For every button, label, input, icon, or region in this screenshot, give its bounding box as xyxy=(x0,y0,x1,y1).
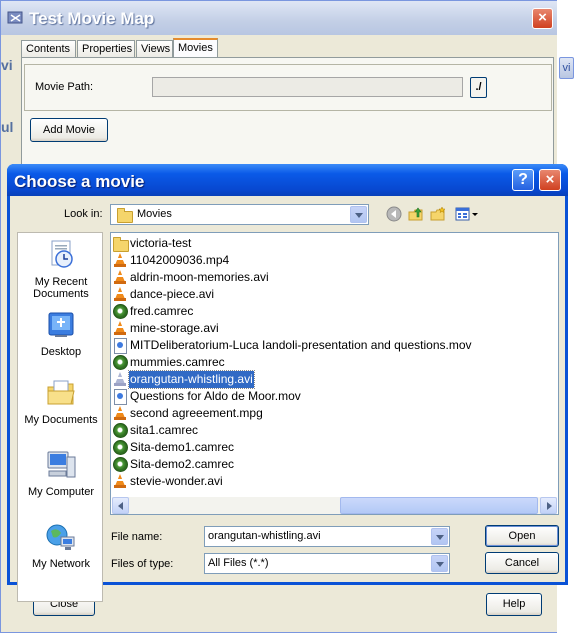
view-menu-icon[interactable] xyxy=(455,206,479,222)
file-name-value: orangutan-whistling.avi xyxy=(208,530,321,542)
file-name: Sita-demo2.camrec xyxy=(130,457,235,471)
browse-button[interactable]: ./ xyxy=(470,77,487,98)
horizontal-scrollbar[interactable] xyxy=(112,497,557,514)
file-name: mummies.camrec xyxy=(130,355,225,369)
new-folder-icon[interactable] xyxy=(430,206,446,222)
camtasia-icon xyxy=(113,423,128,438)
back-icon[interactable] xyxy=(386,206,402,222)
file-list[interactable]: victoria-test 11042009036.mp4 aldrin-moo… xyxy=(110,232,559,515)
choose-movie-dialog: Choose a movie ? × Look in: Movies My Re… xyxy=(7,164,568,602)
place-my-network[interactable]: My Network xyxy=(18,521,102,570)
desktop-icon xyxy=(48,312,74,337)
folder-icon xyxy=(113,236,129,252)
my-computer-icon xyxy=(47,451,76,478)
camtasia-icon xyxy=(113,355,128,370)
files-of-type-select[interactable]: All Files (*.*) xyxy=(204,553,450,574)
movie-path-field[interactable] xyxy=(152,77,463,97)
vlc-icon xyxy=(113,321,127,336)
vlc-icon xyxy=(113,287,127,302)
tab-properties[interactable]: Properties xyxy=(77,40,135,57)
vlc-icon xyxy=(113,372,127,387)
files-of-type-label: Files of type: xyxy=(111,558,174,570)
file-name-input[interactable]: orangutan-whistling.avi xyxy=(204,526,450,547)
camtasia-icon xyxy=(113,457,128,472)
place-label: My Computer xyxy=(27,486,95,498)
file-name: victoria-test xyxy=(130,236,192,250)
quicktime-icon xyxy=(113,389,127,405)
vlc-icon xyxy=(113,270,127,285)
file-name: aldrin-moon-memories.avi xyxy=(130,270,269,284)
tab-views[interactable]: Views xyxy=(136,40,173,57)
look-in-combo[interactable]: Movies xyxy=(110,204,369,225)
background-text-fragment: ul xyxy=(1,119,14,135)
file-name: mine-storage.avi xyxy=(130,321,219,335)
tab-movies[interactable]: Movies xyxy=(173,38,218,58)
movie-path-label: Movie Path: xyxy=(35,81,94,93)
up-folder-icon[interactable] xyxy=(408,206,424,222)
camtasia-icon xyxy=(113,440,128,455)
my-network-icon xyxy=(46,524,75,550)
place-label: My Documents xyxy=(24,414,98,426)
place-label: My Network xyxy=(31,558,91,570)
file-name: orangutan-whistling.avi xyxy=(128,370,255,389)
file-name: sita1.camrec xyxy=(130,423,199,437)
dialog-body: Look in: Movies My Recent Documents Desk… xyxy=(10,196,565,602)
file-name: dance-piece.avi xyxy=(130,287,215,301)
dialog-title: Choose a movie xyxy=(14,172,145,191)
background-close-icon[interactable]: × xyxy=(532,8,553,29)
place-my-recent-documents[interactable]: My Recent Documents xyxy=(18,239,102,300)
chevron-down-icon[interactable] xyxy=(431,555,448,572)
my-documents-icon xyxy=(47,380,75,405)
place-my-computer[interactable]: My Computer xyxy=(18,449,102,498)
place-label: Desktop xyxy=(40,346,82,358)
tab-contents[interactable]: Contents xyxy=(21,40,76,57)
open-button[interactable]: Open xyxy=(485,525,559,547)
file-name: Sita-demo1.camrec xyxy=(130,440,235,454)
file-name: fred.camrec xyxy=(130,304,194,318)
file-name: Questions for Aldo de Moor.mov xyxy=(130,389,301,403)
background-right-button[interactable]: vi xyxy=(559,57,574,79)
background-window-title: Test Movie Map xyxy=(29,9,155,28)
scroll-right-icon[interactable] xyxy=(540,497,557,514)
recent-documents-icon xyxy=(51,240,73,268)
file-name: 11042009036.mp4 xyxy=(130,253,230,267)
vlc-icon xyxy=(113,406,127,421)
chevron-down-icon[interactable] xyxy=(431,528,448,545)
help-icon[interactable]: ? xyxy=(512,169,534,191)
file-name: stevie-wonder.avi xyxy=(130,474,223,488)
dialog-close-icon[interactable]: × xyxy=(539,169,561,191)
quicktime-icon xyxy=(113,338,127,354)
place-label: My Recent Documents xyxy=(33,276,89,300)
file-name-label: File name: xyxy=(111,531,163,543)
chevron-down-icon[interactable] xyxy=(350,206,367,223)
scroll-left-icon[interactable] xyxy=(112,497,129,514)
places-bar: My Recent Documents Desktop My Documents xyxy=(17,232,103,602)
vlc-icon xyxy=(113,474,127,489)
background-titlebar: Test Movie Map xyxy=(1,1,557,35)
file-name: second agreeement.mpg xyxy=(130,406,263,420)
look-in-label: Look in: xyxy=(64,208,103,220)
vlc-icon xyxy=(113,253,127,268)
file-name: MITDeliberatorium-Luca Iandoli-presentat… xyxy=(130,338,472,352)
background-text-fragment: vi xyxy=(1,57,13,73)
place-my-documents[interactable]: My Documents xyxy=(18,377,102,426)
place-desktop[interactable]: Desktop xyxy=(18,309,102,358)
files-of-type-value: All Files (*.*) xyxy=(208,557,269,569)
app-icon xyxy=(7,11,23,24)
dialog-titlebar: Choose a movie xyxy=(7,164,568,196)
scrollbar-thumb[interactable] xyxy=(340,497,538,514)
help-button[interactable]: Help xyxy=(486,593,542,616)
add-movie-button[interactable]: Add Movie xyxy=(30,118,108,142)
camtasia-icon xyxy=(113,304,128,319)
folder-icon xyxy=(117,208,133,223)
cancel-button[interactable]: Cancel xyxy=(485,552,559,574)
look-in-value: Movies xyxy=(137,208,172,220)
